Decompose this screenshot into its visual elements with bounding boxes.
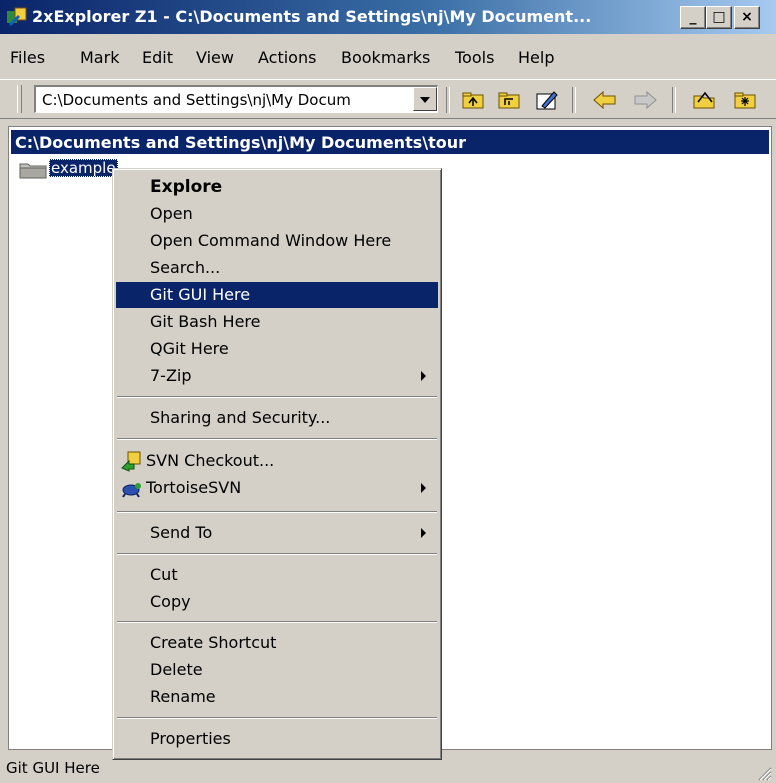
folder-icon [19, 163, 47, 179]
menu-item-send-to[interactable]: Send To [116, 520, 438, 546]
menu-separator [117, 438, 437, 440]
resize-grip-icon[interactable] [756, 765, 772, 781]
status-text: Git GUI Here [6, 759, 100, 777]
menu-item-svn-checkout[interactable]: SVN Checkout... [116, 448, 438, 474]
menu-item-label: Explore [150, 177, 223, 197]
toolbar: C:\Documents and Settings\nj\My Docum [0, 79, 776, 119]
menu-item-copy[interactable]: Copy [116, 589, 438, 615]
menu-item-sharing-security[interactable]: Sharing and Security... [116, 405, 438, 431]
menu-mark[interactable]: Mark [80, 48, 119, 67]
menu-item-label: Copy [150, 592, 191, 611]
status-bar: Git GUI Here [0, 756, 776, 783]
title-bar[interactable]: 2xExplorer Z1 - C:\Documents and Setting… [0, 0, 776, 34]
menu-item-search[interactable]: Search... [116, 255, 438, 281]
root-folder-icon[interactable] [496, 88, 522, 112]
current-path: C:\Documents and Settings\nj\My Document… [15, 133, 467, 152]
forward-arrow-icon[interactable] [632, 88, 658, 112]
menu-item-label: Cut [150, 565, 178, 584]
toolbar-grip[interactable] [17, 85, 22, 113]
menu-item-label: Sharing and Security... [150, 408, 331, 427]
new-folder-icon[interactable] [732, 88, 758, 112]
menu-item-label: SVN Checkout... [146, 451, 275, 470]
menu-item-explore[interactable]: Explore [116, 174, 438, 200]
menu-item-properties[interactable]: Properties [116, 726, 438, 752]
menu-item-label: Delete [150, 660, 203, 679]
menu-files[interactable]: Files [10, 48, 45, 67]
menu-view[interactable]: View [196, 48, 234, 67]
menu-item-label: Search... [150, 258, 221, 277]
menu-item-7zip[interactable]: 7-Zip [116, 363, 438, 389]
menu-help[interactable]: Help [518, 48, 554, 67]
edit-folder-icon[interactable] [534, 88, 560, 112]
menu-actions[interactable]: Actions [258, 48, 316, 67]
maximize-button[interactable]: □ [706, 6, 732, 29]
toolbar-separator [672, 87, 676, 113]
menu-separator [117, 511, 437, 513]
folder-name[interactable]: example [49, 159, 118, 177]
menu-item-qgit-here[interactable]: QGit Here [116, 336, 438, 362]
menu-edit[interactable]: Edit [142, 48, 173, 67]
menu-item-delete[interactable]: Delete [116, 657, 438, 683]
svn-checkout-icon [121, 451, 141, 472]
menu-bar: Files Mark Edit View Actions Bookmarks T… [0, 44, 776, 72]
menu-item-label: Git GUI Here [150, 285, 251, 304]
minimize-icon: _ [689, 9, 697, 25]
submenu-arrow-icon [421, 371, 426, 381]
menu-item-label: TortoiseSVN [146, 478, 242, 497]
menu-item-label: Git Bash Here [150, 312, 261, 331]
menu-item-label: Open [150, 204, 193, 223]
close-button[interactable]: × [734, 6, 760, 29]
menu-item-git-gui-here[interactable]: Git GUI Here [116, 282, 438, 308]
menu-item-rename[interactable]: Rename [116, 684, 438, 710]
tortoisesvn-icon [122, 483, 141, 498]
window-title: 2xExplorer Z1 - C:\Documents and Setting… [32, 7, 592, 26]
menu-item-open-command-window[interactable]: Open Command Window Here [116, 228, 438, 254]
menu-item-label: Rename [150, 687, 216, 706]
menu-item-open[interactable]: Open [116, 201, 438, 227]
menu-tools[interactable]: Tools [455, 48, 494, 67]
submenu-arrow-icon [421, 528, 426, 538]
menu-item-label: Send To [150, 523, 213, 542]
menu-item-tortoisesvn[interactable]: TortoiseSVN [116, 475, 438, 501]
menu-bookmarks[interactable]: Bookmarks [341, 48, 430, 67]
menu-separator [117, 621, 437, 623]
menu-item-label: 7-Zip [150, 366, 192, 385]
menu-separator [117, 717, 437, 719]
path-header: C:\Documents and Settings\nj\My Document… [11, 130, 769, 154]
address-combobox[interactable]: C:\Documents and Settings\nj\My Docum [34, 85, 438, 113]
menu-separator [117, 553, 437, 555]
app-icon [7, 7, 27, 26]
open-folder-icon[interactable] [692, 88, 718, 112]
menu-item-label: Create Shortcut [150, 633, 277, 652]
address-dropdown-button[interactable] [413, 87, 437, 111]
menu-item-create-shortcut[interactable]: Create Shortcut [116, 630, 438, 656]
context-menu: Explore Open Open Command Window Here Se… [112, 168, 442, 760]
close-icon: × [741, 9, 753, 25]
menu-item-git-bash-here[interactable]: Git Bash Here [116, 309, 438, 335]
menu-item-label: QGit Here [150, 339, 229, 358]
minimize-button[interactable]: _ [680, 6, 706, 29]
menu-item-label: Open Command Window Here [150, 231, 392, 250]
toolbar-separator [572, 87, 576, 113]
maximize-icon: □ [712, 9, 726, 25]
menu-separator [117, 396, 437, 398]
address-text[interactable]: C:\Documents and Settings\nj\My Docum [42, 91, 400, 109]
menu-item-cut[interactable]: Cut [116, 562, 438, 588]
submenu-arrow-icon [421, 483, 426, 493]
menu-item-label: Properties [150, 729, 231, 748]
back-arrow-icon[interactable] [592, 88, 618, 112]
toolbar-separator [446, 87, 450, 113]
up-folder-icon[interactable] [460, 88, 486, 112]
